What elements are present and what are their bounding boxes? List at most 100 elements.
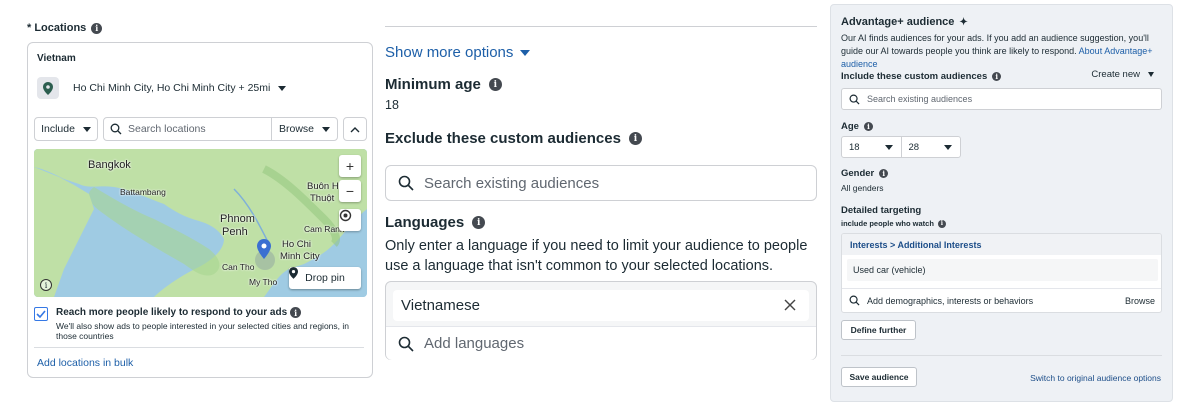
add-languages-placeholder: Add languages — [424, 335, 525, 352]
add-locations-bulk-link[interactable]: Add locations in bulk — [37, 357, 133, 369]
map-pin-icon — [257, 239, 271, 259]
divider — [34, 347, 364, 348]
detailed-sub-text: include people who watch — [841, 219, 934, 228]
info-icon[interactable]: i — [290, 307, 302, 318]
reach-more-checkbox[interactable] — [34, 307, 48, 321]
include-dropdown[interactable]: Include — [34, 117, 98, 141]
languages-description: Only enter a language if you need to lim… — [385, 238, 808, 274]
location-map[interactable]: Bangkok Battambang Buôn Hồ Thuột Phnom P… — [34, 149, 367, 297]
define-further-button[interactable]: Define further — [841, 320, 916, 340]
advantage-title: Advantage+ audience ✦ — [841, 16, 968, 28]
info-icon[interactable]: i — [472, 216, 486, 229]
minimum-age-value: 18 — [385, 98, 399, 112]
collapse-button[interactable] — [343, 117, 367, 141]
chevron-down-icon — [944, 144, 952, 150]
advantage-audience-panel: Advantage+ audience ✦ Our AI finds audien… — [830, 4, 1173, 402]
languages-box: Vietnamese Add languages — [385, 281, 817, 360]
detailed-targeting-label-text: Detailed targeting — [841, 205, 922, 216]
close-icon[interactable] — [783, 298, 797, 312]
browse-dropdown[interactable]: Browse — [271, 118, 337, 140]
country-label: Vietnam — [37, 53, 76, 64]
chevron-down-icon — [322, 126, 330, 132]
switch-original-options-link[interactable]: Switch to original audience options — [1030, 373, 1161, 383]
zoom-out-button[interactable]: − — [339, 180, 361, 202]
show-more-options-link[interactable]: Show more options — [385, 44, 531, 61]
age-range: 18 28 — [841, 136, 961, 158]
browse-link[interactable]: Browse — [1125, 296, 1155, 306]
reach-more-title: Reach more people likely to respond to y… — [56, 307, 302, 319]
chevron-down-icon — [82, 126, 91, 132]
location-pin-icon — [289, 267, 298, 279]
age-label-text: Age — [841, 121, 859, 132]
location-pin-icon — [37, 77, 59, 99]
add-targeting-input[interactable]: Add demographics, interests or behaviors… — [842, 288, 1161, 312]
language-chip-label: Vietnamese — [401, 297, 480, 314]
locate-icon — [339, 209, 352, 222]
info-icon[interactable]: i — [879, 169, 889, 178]
search-icon — [110, 123, 122, 135]
custom-audiences-label-text: Include these custom audiences — [841, 71, 988, 82]
locations-heading-text: * Locations — [27, 22, 87, 34]
age-max-value: 28 — [908, 141, 920, 153]
info-icon[interactable]: i — [863, 122, 873, 131]
exclude-audiences-label: Exclude these custom audiences — [385, 130, 621, 147]
languages-heading: Languages i — [385, 214, 486, 231]
custom-audiences-placeholder: Search existing audiences — [867, 94, 973, 104]
info-icon[interactable]: i — [91, 22, 103, 34]
detailed-targeting-sub: include people who watch i — [841, 219, 946, 228]
create-new-dropdown[interactable]: Create new — [1091, 69, 1154, 80]
divider — [841, 355, 1162, 356]
checkmark-icon — [36, 310, 46, 318]
add-languages-input[interactable]: Add languages — [386, 326, 816, 360]
info-icon[interactable]: i — [628, 132, 642, 145]
location-search-group: Search locations Browse — [103, 117, 338, 141]
map-label-can-tho: Can Tho — [222, 262, 255, 272]
locations-heading: * Locations i — [27, 22, 103, 34]
include-label: Include — [41, 123, 75, 135]
gender-value[interactable]: All genders — [841, 183, 884, 193]
selected-location-text: Ho Chi Minh City, Ho Chi Minh City + 25m… — [73, 82, 271, 94]
show-more-label: Show more options — [385, 44, 514, 61]
locate-button[interactable] — [339, 209, 361, 231]
gender-label: Gender i — [841, 168, 889, 179]
browse-label: Browse — [278, 123, 314, 135]
save-audience-button[interactable]: Save audience — [841, 367, 917, 387]
info-icon[interactable]: i — [992, 72, 1002, 81]
map-label-buon-2: Thuột — [310, 193, 335, 204]
info-icon[interactable]: i — [937, 219, 946, 228]
add-targeting-placeholder: Add demographics, interests or behaviors — [867, 295, 1034, 306]
exclude-search-placeholder: Search existing audiences — [424, 174, 600, 192]
custom-audiences-label: Include these custom audiences i — [841, 71, 1002, 82]
reach-more-title-text: Reach more people likely to respond to y… — [56, 307, 288, 319]
advantage-description: Our AI finds audiences for your ads. If … — [841, 32, 1166, 71]
search-icon — [849, 295, 860, 306]
chevron-down-icon[interactable] — [278, 85, 287, 91]
map-label-my-tho: My Tho — [249, 277, 278, 287]
drop-pin-button[interactable]: Drop pin — [289, 267, 361, 289]
map-label-hcmc-2: Minh City — [280, 251, 320, 262]
exclude-audiences-search[interactable]: Search existing audiences — [385, 165, 817, 201]
custom-audiences-search[interactable]: Search existing audiences — [841, 88, 1162, 110]
search-icon — [398, 336, 414, 352]
map-label-bangkok: Bangkok — [88, 159, 131, 171]
age-min-select[interactable]: 18 — [842, 137, 901, 157]
gender-label-text: Gender — [841, 168, 875, 179]
location-search-input[interactable]: Search locations — [104, 123, 271, 135]
interests-header: Interests > Additional Interests — [842, 234, 1161, 255]
map-label-penh: Penh — [222, 226, 248, 238]
selected-location-row[interactable]: Ho Chi Minh City, Ho Chi Minh City + 25m… — [37, 76, 287, 100]
search-icon — [398, 175, 414, 191]
detailed-targeting-box: Interests > Additional Interests Used ca… — [841, 233, 1162, 313]
age-max-select[interactable]: 28 — [900, 137, 961, 157]
map-info-icon[interactable]: i — [40, 279, 52, 291]
chevron-down-icon — [1148, 72, 1154, 77]
locations-card: Vietnam Ho Chi Minh City, Ho Chi Minh Ci… — [27, 42, 373, 378]
location-controls: Include Search locations Browse — [34, 117, 367, 141]
reach-more-subtitle: We'll also show ads to people interested… — [56, 321, 349, 342]
location-search-placeholder: Search locations — [128, 123, 206, 135]
locations-section: * Locations i Vietnam Ho Chi Minh City, H… — [0, 0, 380, 405]
age-label: Age i — [841, 121, 873, 132]
interest-item[interactable]: Used car (vehicle) — [847, 259, 1158, 281]
info-icon[interactable]: i — [488, 78, 502, 91]
zoom-in-button[interactable]: + — [339, 155, 361, 177]
